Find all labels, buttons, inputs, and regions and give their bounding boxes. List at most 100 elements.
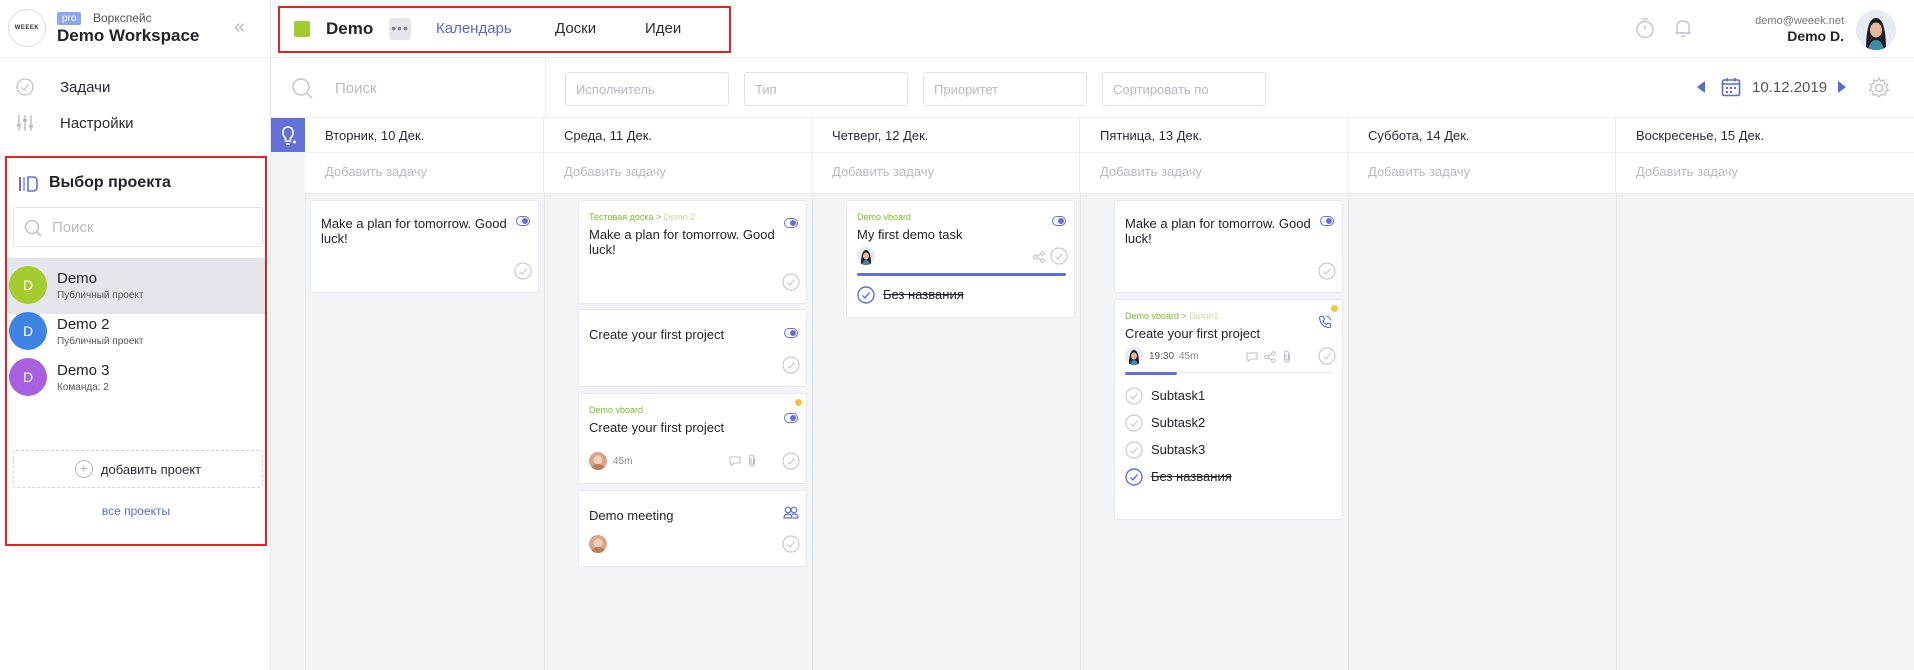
- project-menu-button[interactable]: •••: [389, 18, 411, 40]
- task-search-input[interactable]: [335, 78, 505, 98]
- toggle-icon: [1320, 216, 1334, 226]
- assignee-filter[interactable]: [565, 72, 729, 106]
- sliders-icon: [17, 115, 33, 131]
- idea-button[interactable]: [271, 118, 305, 152]
- add-task-button[interactable]: Добавить задачу: [1636, 164, 1738, 179]
- complete-task-icon[interactable]: [1318, 262, 1336, 280]
- subtask-check-icon[interactable]: [1125, 387, 1143, 405]
- day-column-header: Вторник, 10 Дек. Добавить задачу: [305, 118, 544, 194]
- task-card[interactable]: Demo meeting: [578, 490, 807, 567]
- priority-dot: [795, 399, 802, 406]
- sort-filter[interactable]: [1102, 72, 1266, 106]
- phone-icon: [1318, 315, 1332, 329]
- subtask-done-icon[interactable]: [1125, 468, 1143, 486]
- header-divider: [1080, 152, 1347, 153]
- subtask-done-icon[interactable]: [857, 286, 875, 304]
- complete-task-icon[interactable]: [782, 356, 800, 374]
- filter-bar: 10.12.2019: [271, 58, 1914, 118]
- complete-task-icon[interactable]: [1318, 347, 1336, 365]
- task-card[interactable]: Demo vboard Create your first project 45…: [578, 393, 807, 484]
- project-picker-title: Выбор проекта: [49, 174, 171, 191]
- user-avatar-image: [1856, 10, 1896, 50]
- tab-boards[interactable]: Доски: [555, 20, 596, 37]
- toggle-icon: [784, 413, 798, 423]
- day-title: Воскресенье, 15 Дек.: [1636, 128, 1765, 143]
- collapse-sidebar-icon[interactable]: «: [234, 17, 256, 39]
- complete-task-icon[interactable]: [782, 273, 800, 291]
- day-title: Пятница, 13 Дек.: [1100, 128, 1203, 143]
- sidebar-item-label: Настройки: [60, 114, 134, 132]
- sidebar-item-settings[interactable]: Настройки: [0, 106, 271, 140]
- add-project-button[interactable]: + добавить проект: [13, 450, 263, 488]
- subtask-title: Subtask2: [1151, 415, 1206, 430]
- complete-task-icon[interactable]: [782, 452, 800, 470]
- search-icon: [292, 78, 313, 99]
- toggle-icon: [1052, 216, 1066, 226]
- current-project-name[interactable]: Demo: [326, 19, 373, 39]
- task-card[interactable]: Demo vboard My first demo task Без назва…: [846, 200, 1075, 318]
- task-card[interactable]: Make a plan for tomorrow. Good luck!: [1114, 200, 1343, 293]
- filter-divider: [545, 58, 546, 118]
- breadcrumb-separator: >: [1181, 311, 1187, 321]
- header-divider: [305, 152, 543, 153]
- complete-task-icon[interactable]: [1050, 247, 1068, 265]
- task-breadcrumb: Demo vboard > Demo1: [1125, 311, 1218, 321]
- breadcrumb-column: Demo 2: [663, 212, 696, 222]
- bell-icon[interactable]: [1672, 17, 1694, 39]
- tab-calendar[interactable]: Календарь: [436, 20, 512, 37]
- add-task-button[interactable]: Добавить задачу: [832, 164, 934, 179]
- search-icon: [24, 219, 42, 237]
- task-time: 19:30: [1149, 351, 1175, 362]
- breadcrumb-column: Demo1: [1189, 311, 1219, 321]
- project-avatar: D: [9, 358, 47, 396]
- all-projects-link[interactable]: все проекты: [7, 504, 265, 518]
- project-name: Demo: [57, 270, 98, 287]
- breadcrumb-board: Demo vboard: [1125, 311, 1180, 321]
- add-task-button[interactable]: Добавить задачу: [325, 164, 427, 179]
- previous-week-button[interactable]: [1697, 81, 1705, 93]
- priority-filter[interactable]: [923, 72, 1087, 106]
- workspace-logo: WEEEK: [8, 9, 46, 47]
- subtask-check-icon[interactable]: [1125, 441, 1143, 459]
- assignee-avatar: [589, 452, 607, 470]
- subtask-check-icon[interactable]: [1125, 414, 1143, 432]
- current-date[interactable]: 10.12.2019: [1752, 79, 1827, 96]
- task-breadcrumb: Demo vboard: [589, 405, 644, 415]
- add-task-button[interactable]: Добавить задачу: [1100, 164, 1202, 179]
- project-search-input[interactable]: [52, 216, 252, 238]
- day-title: Вторник, 10 Дек.: [325, 128, 425, 143]
- task-card[interactable]: Demo vboard > Demo1 Create your first pr…: [1114, 299, 1343, 520]
- column-divider: [544, 194, 545, 670]
- tab-ideas[interactable]: Идеи: [645, 20, 681, 37]
- task-title: Create your first project: [589, 327, 725, 342]
- type-filter[interactable]: [744, 72, 908, 106]
- priority-dot: [1331, 305, 1338, 312]
- meeting-icon: [783, 506, 799, 519]
- complete-task-icon[interactable]: [514, 262, 532, 280]
- task-progress-bar: [857, 273, 1066, 276]
- add-task-button[interactable]: Добавить задачу: [564, 164, 666, 179]
- task-card[interactable]: Create your first project: [578, 309, 807, 387]
- task-card[interactable]: Тестовая доска > Demo 2 Make a plan for …: [578, 200, 807, 304]
- project-item-demo-3[interactable]: D Demo 3 Команда: 2: [7, 350, 265, 406]
- user-email: demo@weeek.net: [1755, 15, 1844, 27]
- share-icon: [1264, 351, 1276, 363]
- next-week-button[interactable]: [1838, 81, 1846, 93]
- calendar-icon[interactable]: [1721, 77, 1741, 97]
- complete-task-icon[interactable]: [782, 535, 800, 553]
- sidebar-item-tasks[interactable]: Задачи: [0, 70, 271, 104]
- project-subtitle: Публичный проект: [57, 290, 144, 301]
- workspace-header[interactable]: WEEEK pro Воркспейс Demo Workspace «: [0, 0, 271, 58]
- add-task-button[interactable]: Добавить задачу: [1368, 164, 1470, 179]
- app-root: WEEEK pro Воркспейс Demo Workspace « Зад…: [0, 0, 1914, 670]
- timer-icon[interactable]: [1634, 17, 1656, 39]
- toggle-icon: [784, 218, 798, 228]
- gear-icon[interactable]: [1867, 76, 1891, 100]
- task-title: Create your first project: [1125, 326, 1261, 341]
- sidebar-item-label: Задачи: [60, 78, 111, 96]
- sidebar: WEEEK pro Воркспейс Demo Workspace « Зад…: [0, 0, 271, 670]
- user-avatar[interactable]: [1856, 10, 1896, 50]
- add-project-label: добавить проект: [100, 461, 202, 477]
- task-card[interactable]: Make a plan for tomorrow. Good luck!: [310, 200, 539, 293]
- day-title: Среда, 11 Дек.: [564, 128, 653, 143]
